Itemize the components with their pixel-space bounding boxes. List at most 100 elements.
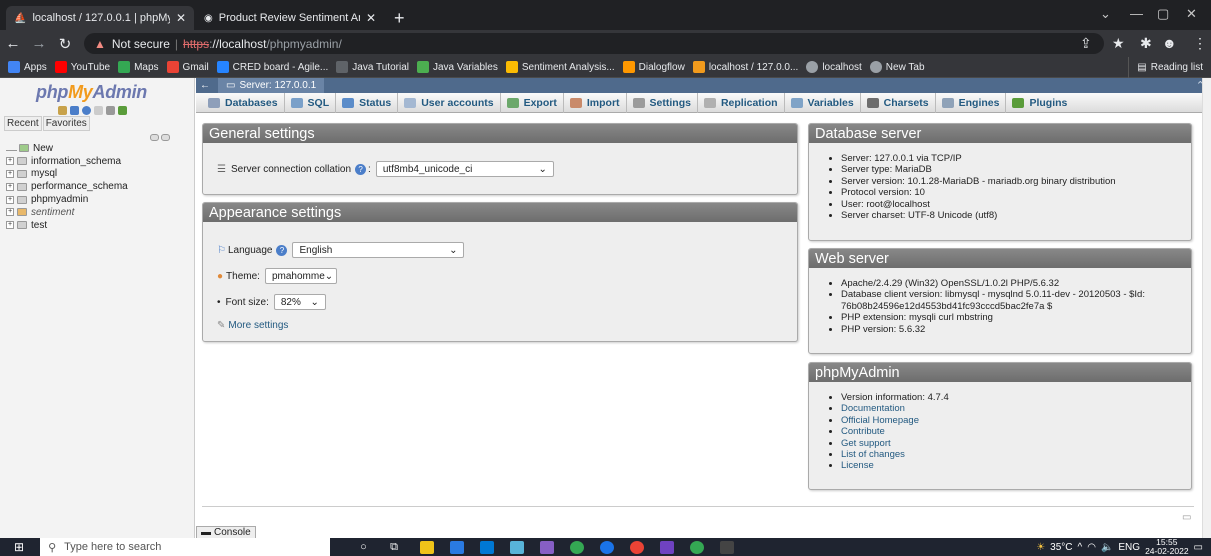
language-indicator[interactable]: ENG — [1118, 542, 1140, 553]
url-field[interactable]: ▲ Not secure | https://localhost/phpmyad… — [84, 33, 1104, 54]
outlook-icon[interactable] — [480, 540, 495, 554]
taskbar-search-input[interactable]: ⚲ Type here to search — [40, 538, 331, 556]
task-view-icon[interactable]: ⧉ — [390, 541, 404, 554]
tab-databases[interactable]: Databases — [202, 92, 285, 113]
cortana-icon[interactable]: ○ — [360, 541, 374, 554]
bookmark-apps[interactable]: Apps — [8, 61, 47, 73]
close-icon[interactable]: ✕ — [176, 11, 186, 25]
collation-select[interactable]: utf8mb4_unicode_ci ⌄ — [375, 161, 554, 177]
tree-item-phpmyadmin[interactable]: + phpmyadmin — [6, 193, 128, 206]
app-l-icon[interactable] — [450, 540, 465, 554]
page-settings-icon[interactable]: ▭ — [1182, 512, 1191, 523]
bookmark-dialogflow[interactable]: Dialogflow — [622, 61, 685, 73]
tree-item-new[interactable]: New — [6, 142, 128, 155]
collapse-nav-icon[interactable]: ← — [200, 80, 210, 91]
new-tab-button[interactable]: + — [386, 6, 413, 30]
contribute-link[interactable]: Contribute — [841, 426, 885, 437]
bookmark-localhost[interactable]: localhost — [806, 61, 862, 73]
tree-item-performance-schema[interactable]: + performance_schema — [6, 180, 128, 193]
clock[interactable]: 15:55 24-02-2022 — [1145, 538, 1188, 556]
app-icon[interactable] — [660, 540, 675, 554]
chevron-down-icon[interactable]: ⌄ — [1100, 6, 1111, 22]
tab-engines[interactable]: Engines — [936, 92, 1007, 113]
homepage-link[interactable]: Official Homepage — [841, 415, 919, 426]
scrollbar[interactable] — [1202, 78, 1211, 538]
gear-icon[interactable] — [106, 106, 115, 115]
expand-icon[interactable]: + — [6, 195, 14, 204]
network-icon[interactable]: ◠ — [1087, 542, 1096, 553]
expand-icon[interactable]: + — [6, 208, 14, 217]
bookmark-maps[interactable]: Maps — [118, 61, 159, 73]
support-link[interactable]: Get support — [841, 438, 891, 449]
bookmark-cred[interactable]: CRED board - Agile... — [216, 61, 328, 73]
tree-item-information-schema[interactable]: + information_schema — [6, 155, 128, 168]
tab-import[interactable]: Import — [564, 92, 627, 113]
maximize-icon[interactable]: ▢ — [1157, 6, 1169, 22]
phpmyadmin-logo[interactable]: phpMyAdmin — [36, 82, 194, 103]
more-settings-link[interactable]: More settings — [228, 320, 288, 331]
forward-icon[interactable]: → — [26, 35, 52, 52]
chrome-icon[interactable] — [630, 540, 645, 554]
sql-icon[interactable] — [70, 106, 79, 115]
home-icon[interactable] — [58, 106, 67, 115]
tab-charsets[interactable]: Charsets — [861, 92, 936, 113]
reload-icon[interactable] — [118, 106, 127, 115]
link-icon[interactable] — [161, 134, 170, 141]
star-icon[interactable]: ★ — [1112, 35, 1125, 52]
avatar[interactable]: ☻ — [1162, 35, 1177, 51]
chrome-icon[interactable] — [570, 540, 585, 554]
expand-icon[interactable]: + — [6, 169, 14, 178]
tab-favorites[interactable]: Favorites — [42, 116, 90, 131]
reading-list-button[interactable]: ▤ Reading list — [1128, 57, 1203, 78]
app-icon[interactable] — [510, 540, 525, 554]
tab-settings[interactable]: Settings — [627, 92, 698, 113]
theme-select[interactable]: pmahomme ⌄ — [264, 268, 337, 284]
terminal-icon[interactable] — [720, 540, 735, 554]
changes-link[interactable]: List of changes — [841, 449, 905, 460]
browser-tab-phpmyadmin[interactable]: ⛵ localhost / 127.0.0.1 | phpMyAdm ✕ — [6, 6, 194, 30]
tree-item-sentiment[interactable]: + sentiment — [6, 206, 128, 219]
bookmark-youtube[interactable]: YouTube — [54, 61, 110, 73]
tree-item-mysql[interactable]: + mysql — [6, 168, 128, 181]
file-explorer-icon[interactable] — [420, 540, 435, 554]
browser-tab-sentiment[interactable]: ◉ Product Review Sentiment Analy ✕ — [196, 6, 384, 30]
tab-recent[interactable]: Recent — [4, 116, 42, 131]
bookmark-new-tab[interactable]: New Tab — [869, 61, 925, 73]
tab-user-accounts[interactable]: User accounts — [398, 92, 501, 113]
app-icon[interactable] — [600, 540, 615, 554]
bookmark-localhost-pma[interactable]: localhost / 127.0.0... — [692, 61, 798, 73]
tab-sql[interactable]: SQL — [285, 92, 337, 113]
license-link[interactable]: License — [841, 460, 874, 471]
weather-temp[interactable]: 35°C — [1050, 542, 1072, 553]
back-icon[interactable]: ← — [0, 35, 26, 52]
minimize-icon[interactable]: — — [1130, 6, 1143, 21]
docs-icon[interactable] — [94, 106, 103, 115]
chevron-up-icon[interactable]: ^ — [1078, 542, 1083, 553]
expand-icon[interactable]: + — [6, 221, 14, 230]
security-status[interactable]: Not secure — [112, 37, 170, 51]
language-select[interactable]: English ⌄ — [292, 242, 465, 258]
notifications-icon[interactable]: ▭ — [1194, 542, 1203, 553]
chrome-icon[interactable] — [690, 540, 705, 554]
bookmark-sentiment[interactable]: Sentiment Analysis... — [505, 61, 615, 73]
windows-start-icon[interactable]: ⊞ — [14, 540, 24, 554]
bookmark-gmail[interactable]: Gmail — [166, 61, 209, 73]
expand-icon[interactable]: + — [6, 157, 14, 166]
documentation-link[interactable]: Documentation — [841, 403, 905, 414]
help-icon[interactable]: ? — [355, 163, 367, 175]
help-icon[interactable]: ? — [276, 244, 288, 256]
close-window-icon[interactable]: ✕ — [1186, 6, 1197, 22]
bookmark-java-variables[interactable]: Java Variables — [416, 61, 498, 73]
volume-icon[interactable]: 🔈 — [1101, 542, 1113, 553]
close-icon[interactable]: ✕ — [366, 11, 376, 25]
reload-icon[interactable]: ↻ — [52, 35, 78, 53]
tab-plugins[interactable]: Plugins — [1006, 93, 1073, 113]
expand-icon[interactable]: + — [6, 182, 14, 191]
fontsize-select[interactable]: 82% ⌄ — [273, 294, 326, 310]
extensions-icon[interactable]: ✱ — [1140, 35, 1152, 52]
breadcrumb-server[interactable]: ▭ Server: 127.0.0.1 — [218, 78, 325, 93]
bookmark-java-tutorial[interactable]: Java Tutorial — [336, 61, 409, 73]
tab-status[interactable]: Status — [336, 92, 399, 113]
visual-studio-icon[interactable] — [540, 540, 555, 554]
share-icon[interactable]: ⇪ — [1080, 35, 1092, 52]
